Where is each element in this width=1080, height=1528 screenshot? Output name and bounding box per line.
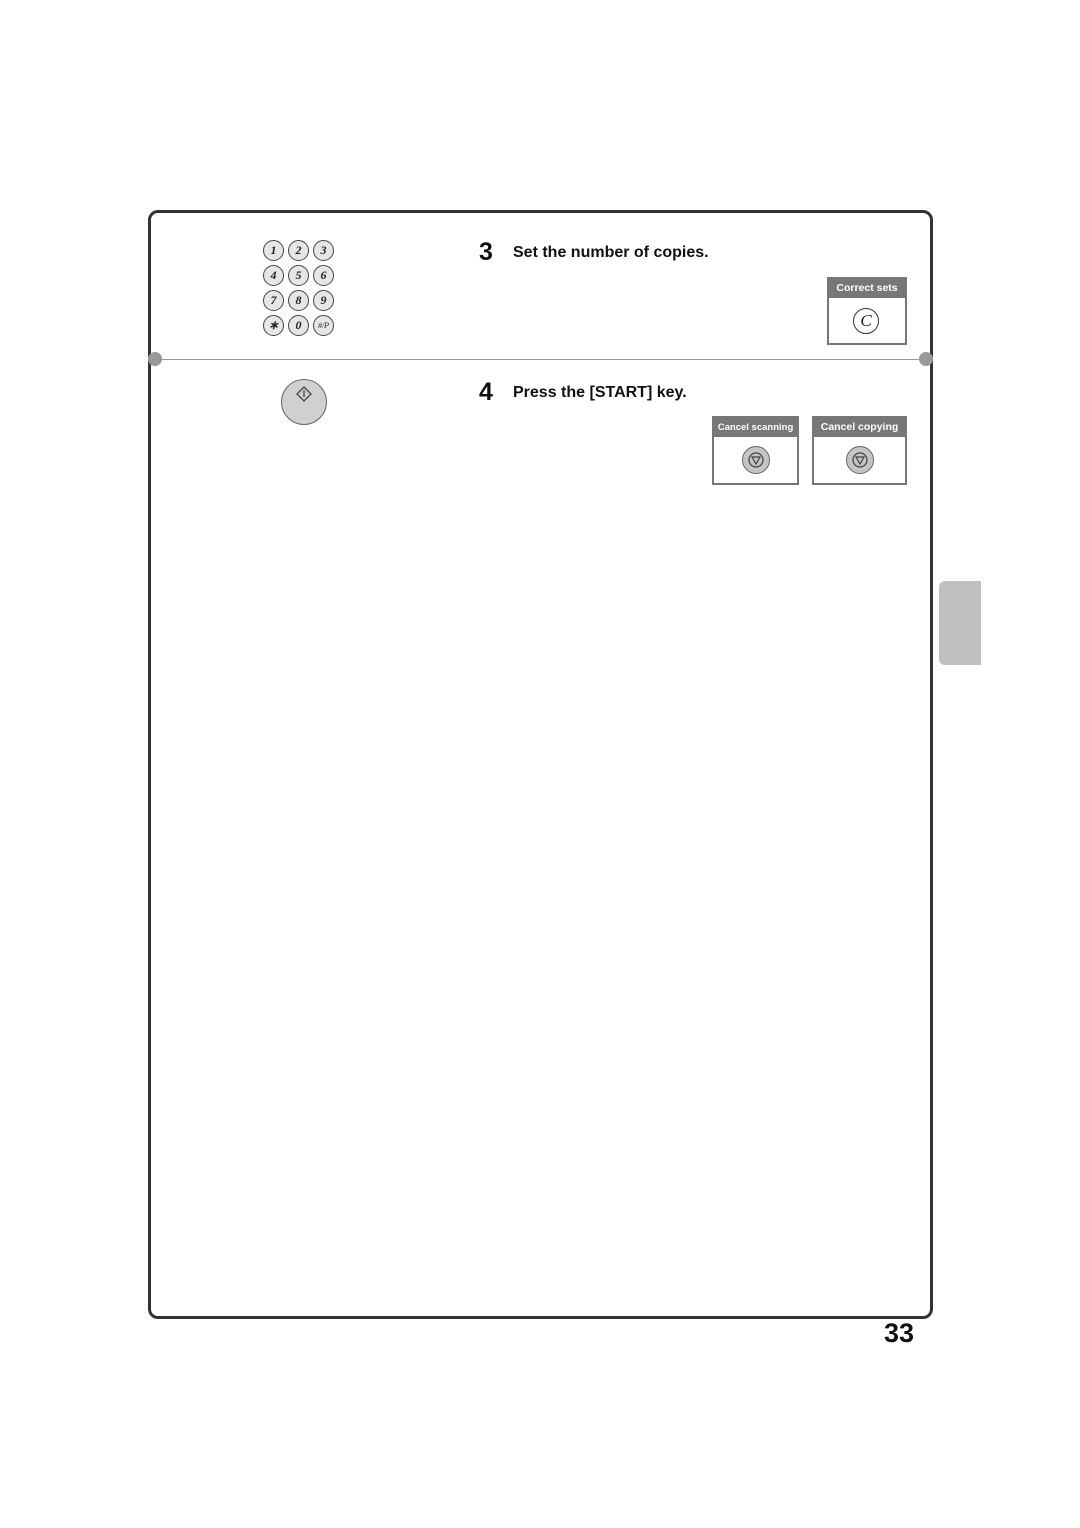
- stop-key-icon: [742, 446, 770, 474]
- step-text: Set the number of copies.: [513, 244, 709, 261]
- page-number: 33: [884, 1318, 915, 1348]
- key-4-icon: 4: [263, 265, 284, 286]
- step-number: 3: [479, 238, 493, 266]
- step-number: 4: [479, 378, 493, 406]
- key-9-icon: 9: [313, 290, 334, 311]
- step-text: Press the [START] key.: [513, 384, 687, 401]
- key-1-icon: 1: [263, 240, 284, 261]
- chapter-side-tab: [939, 581, 981, 665]
- key-6-icon: 6: [313, 265, 334, 286]
- panel-header: Correct sets: [829, 279, 905, 298]
- divider-dot-right: [919, 352, 933, 366]
- key-hash-p-icon: #/P: [313, 315, 334, 336]
- key-7-icon: 7: [263, 290, 284, 311]
- cancel-scanning-panel: Cancel scanning: [712, 416, 799, 485]
- cancel-copying-panel: Cancel copying: [812, 416, 907, 485]
- key-3-icon: 3: [313, 240, 334, 261]
- divider-dot-left: [148, 352, 162, 366]
- step-divider: [155, 359, 927, 360]
- key-5-icon: 5: [288, 265, 309, 286]
- key-0-icon: 0: [288, 315, 309, 336]
- clear-key-icon: C: [853, 308, 879, 334]
- key-2-icon: 2: [288, 240, 309, 261]
- correct-sets-panel: Correct sets C: [827, 277, 907, 345]
- stop-key-icon: [846, 446, 874, 474]
- page-frame: [148, 210, 933, 1319]
- panel-header: Cancel scanning: [714, 418, 797, 437]
- start-key-icon: [281, 379, 327, 425]
- numeric-keypad-illustration: 1 2 3 4 5 6 7 8 9 ∗ 0 #/P: [263, 240, 334, 336]
- panel-header: Cancel copying: [814, 418, 905, 437]
- key-8-icon: 8: [288, 290, 309, 311]
- key-asterisk-icon: ∗: [263, 315, 284, 336]
